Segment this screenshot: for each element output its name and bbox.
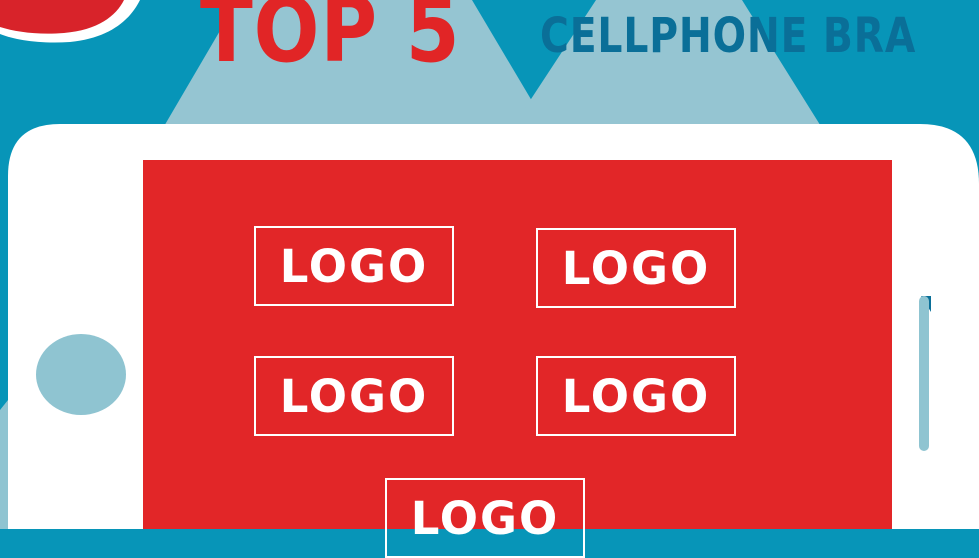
phone-screen: LOGO LOGO LOGO LOGO LOGO xyxy=(143,160,892,558)
logo-box-5[interactable]: LOGO xyxy=(385,478,585,558)
logo-box-1[interactable]: LOGO xyxy=(254,226,454,306)
logo-box-4[interactable]: LOGO xyxy=(536,356,736,436)
home-button xyxy=(36,334,126,415)
logo-box-2[interactable]: LOGO xyxy=(536,228,736,308)
logo-box-3[interactable]: LOGO xyxy=(254,356,454,436)
background-stripe xyxy=(0,400,8,529)
title-subtitle: CELLPHONE BRA xyxy=(540,8,917,64)
title-top5: TOP 5 xyxy=(200,0,461,83)
phone-side-slot xyxy=(919,296,929,451)
